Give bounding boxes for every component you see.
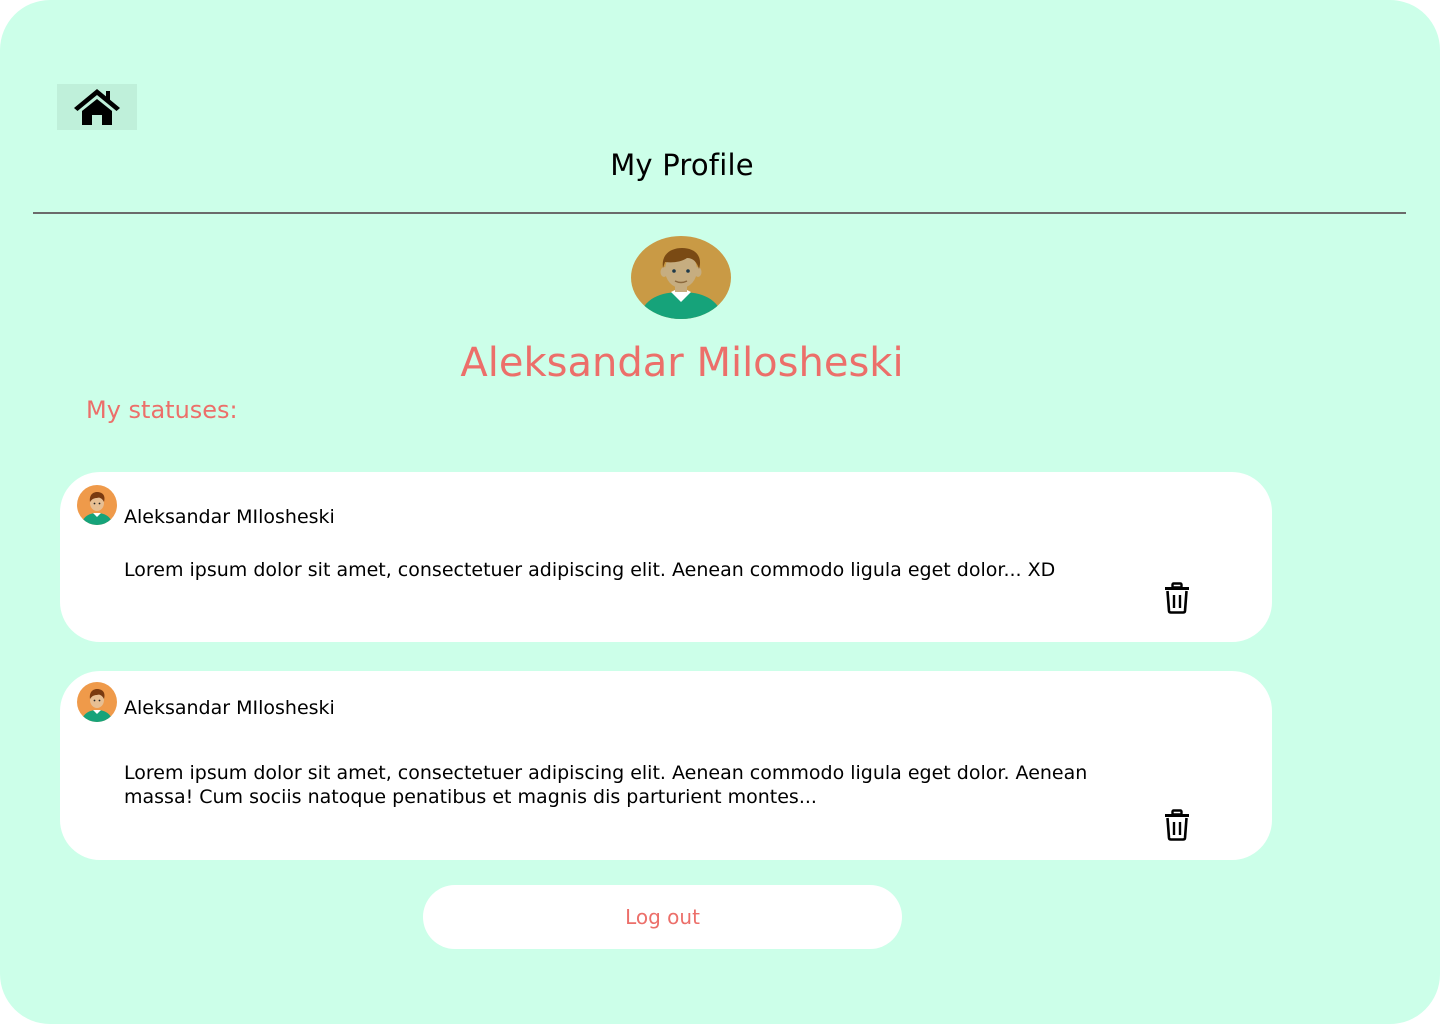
trash-icon[interactable] xyxy=(1164,809,1190,841)
page-title: My Profile xyxy=(610,148,754,182)
app-frame: My Profile Aleksandar Milosheski My stat… xyxy=(0,0,1440,1024)
logout-button[interactable]: Log out xyxy=(423,885,902,949)
status-author: Aleksandar MIlosheski xyxy=(124,506,335,528)
statuses-heading: My statuses: xyxy=(86,396,238,424)
header-divider xyxy=(33,212,1406,214)
home-icon xyxy=(74,89,120,125)
status-author: Aleksandar MIlosheski xyxy=(124,697,335,719)
profile-avatar xyxy=(631,236,731,319)
status-card: Aleksandar MIlosheski Lorem ipsum dolor … xyxy=(60,671,1272,860)
trash-icon[interactable] xyxy=(1164,582,1190,614)
author-avatar xyxy=(77,485,117,525)
home-button[interactable] xyxy=(57,84,137,130)
status-text: Lorem ipsum dolor sit amet, consectetuer… xyxy=(124,559,1056,581)
author-avatar xyxy=(77,682,117,722)
status-text: Lorem ipsum dolor sit amet, consectetuer… xyxy=(124,762,1088,808)
profile-name: Aleksandar Milosheski xyxy=(460,340,904,386)
status-card: Aleksandar MIlosheski Lorem ipsum dolor … xyxy=(60,472,1272,642)
